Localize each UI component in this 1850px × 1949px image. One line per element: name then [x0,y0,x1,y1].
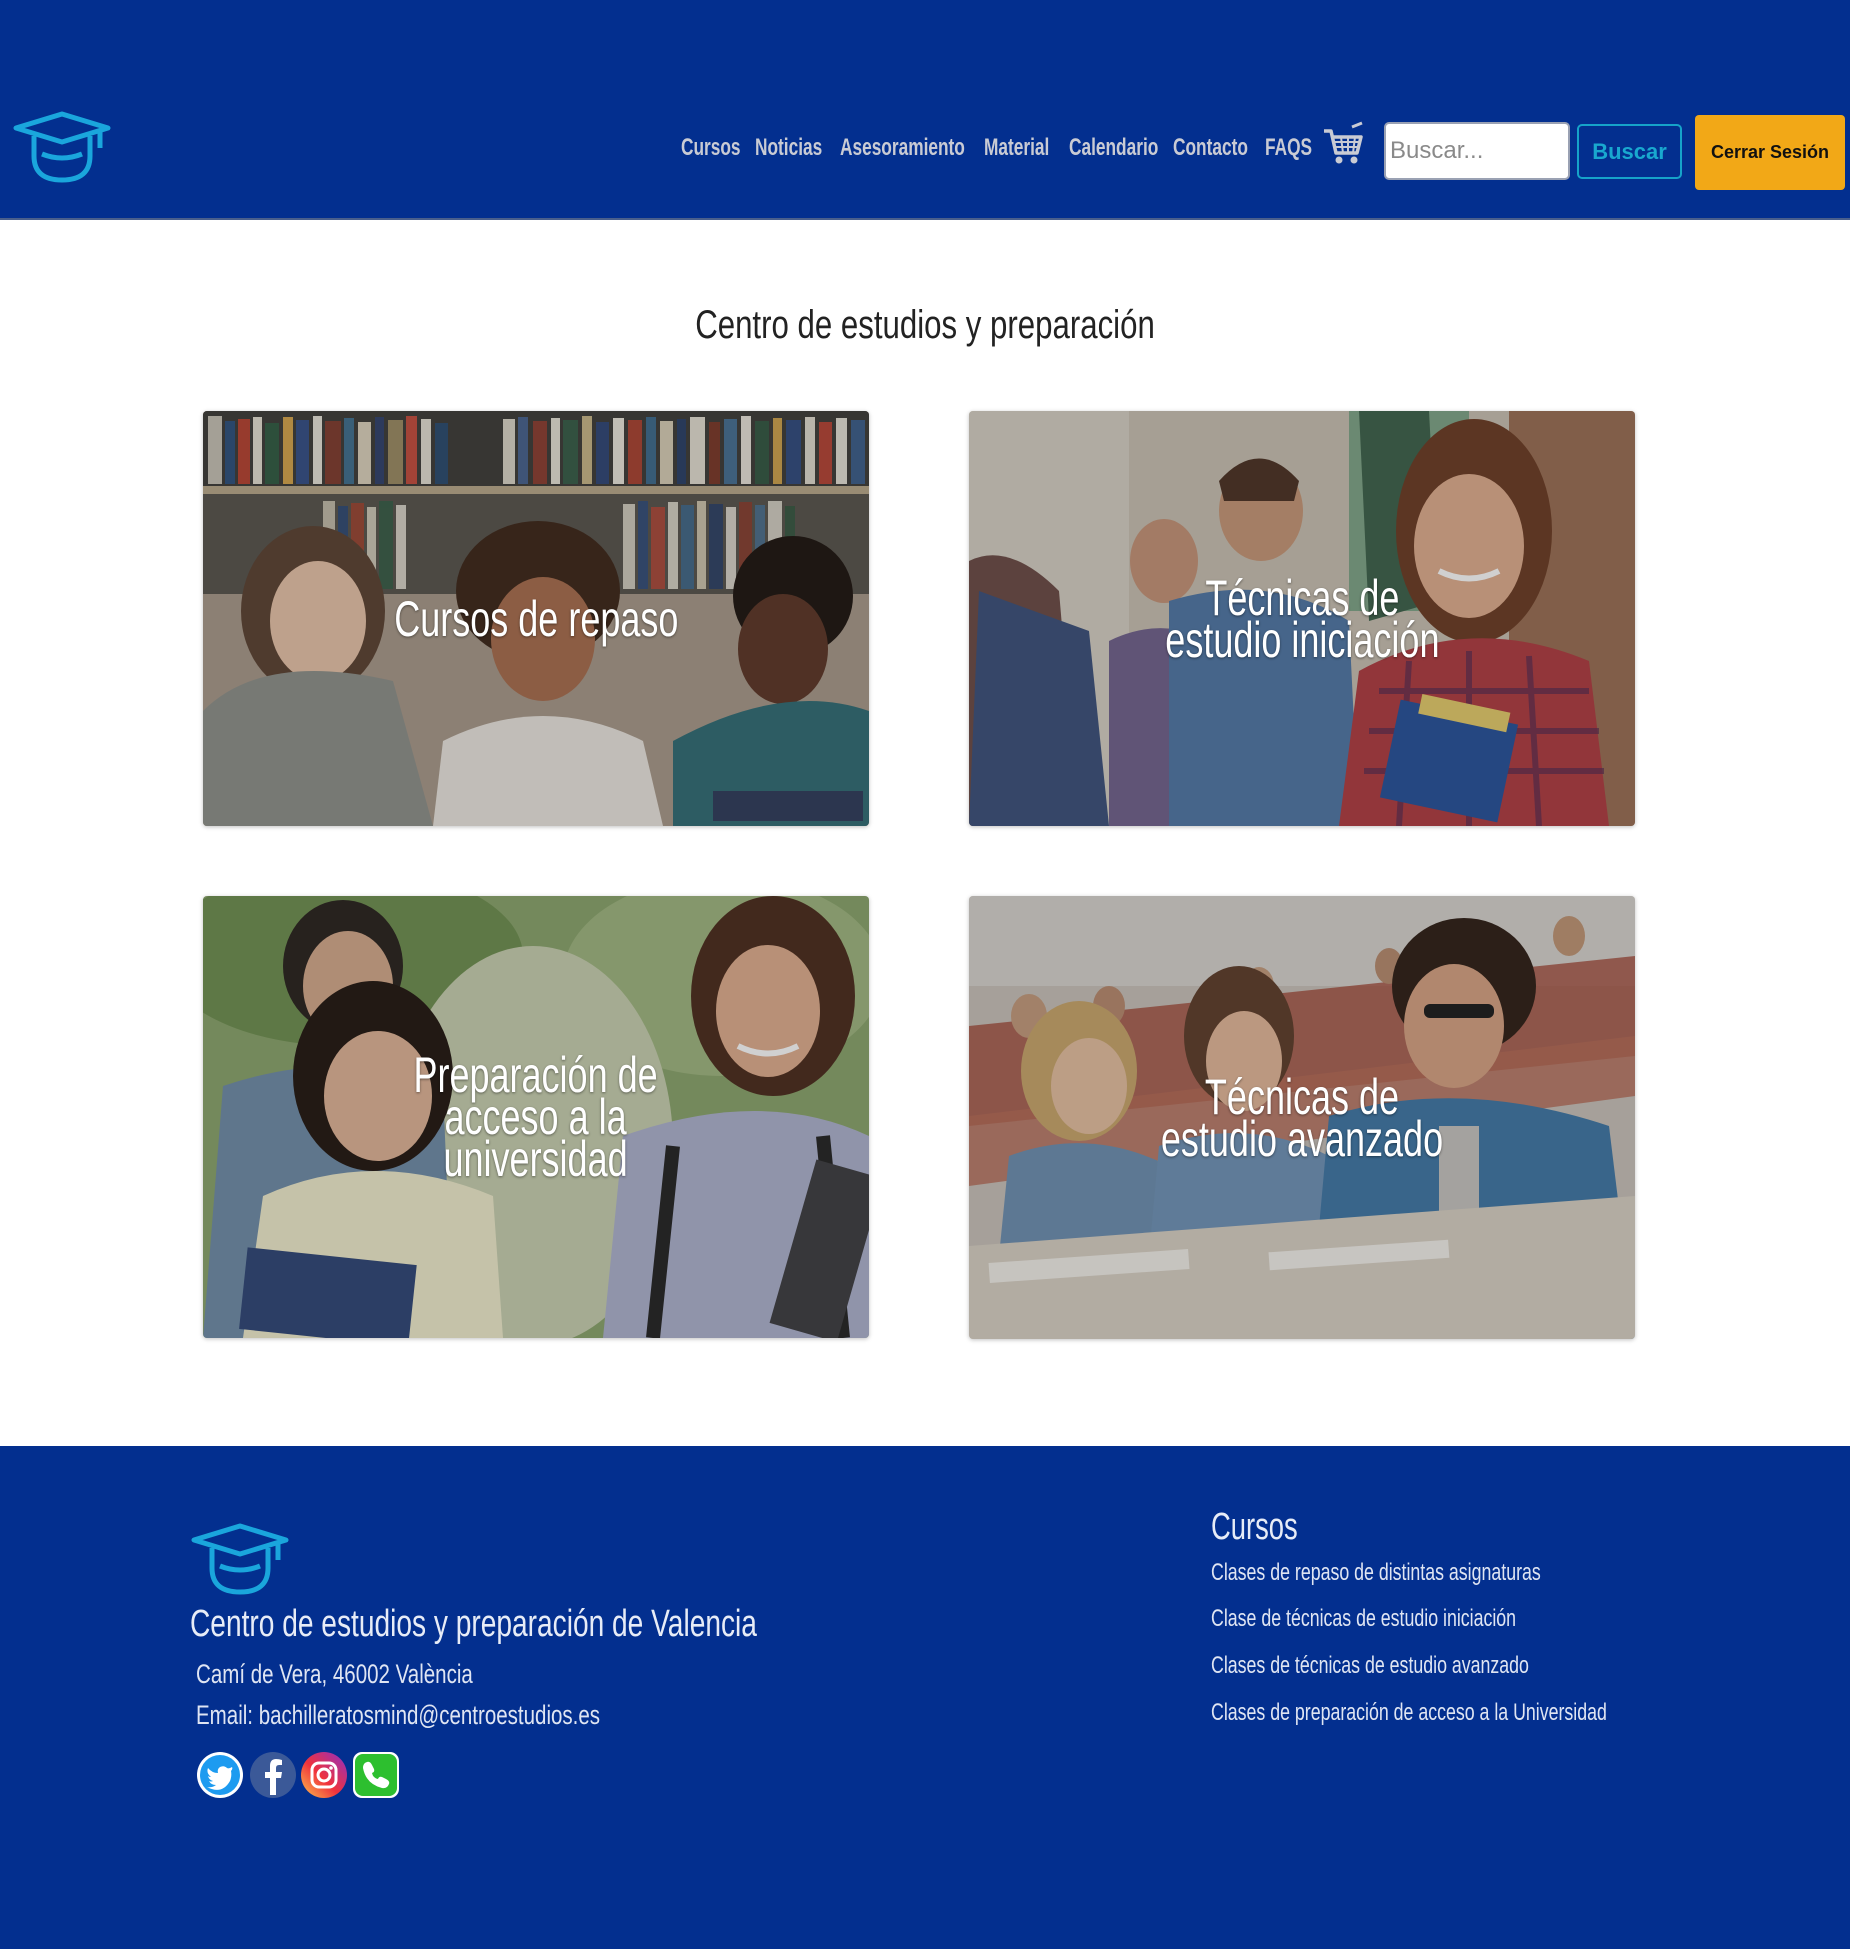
footer-link-avanzado[interactable]: Clases de técnicas de estudio avanzado [1211,1652,1529,1680]
nav-faqs[interactable]: FAQS [1265,134,1312,162]
twitter-icon[interactable] [196,1751,244,1799]
footer-org-name: Centro de estudios y preparación de Vale… [190,1603,757,1645]
search-input[interactable] [1384,122,1570,180]
search-button[interactable]: Buscar [1577,124,1682,179]
logout-button[interactable]: Cerrar Sesión [1695,115,1845,190]
footer-link-iniciacion[interactable]: Clase de técnicas de estudio iniciación [1211,1605,1516,1633]
page-title: Centro de estudios y preparación [695,303,1155,347]
card-title: Preparación de acceso a la universidad [413,1047,659,1187]
nav-noticias[interactable]: Noticias [755,134,822,162]
card-tecnicas-avanzado[interactable]: Técnicas de estudio avanzado [969,896,1635,1339]
graduation-cap-logo-icon[interactable] [190,1520,290,1596]
card-title: Técnicas de estudio avanzado [1160,1068,1444,1167]
site-header: Cursos Noticias Asesoramiento Material C… [0,0,1850,220]
graduation-cap-logo-icon[interactable] [12,108,112,184]
card-title: Cursos de repaso [393,590,679,647]
footer-address: Camí de Vera, 46002 València [196,1659,473,1689]
facebook-icon[interactable] [249,1751,297,1799]
nav-asesoramiento[interactable]: Asesoramiento [840,134,965,162]
card-preparacion-acceso[interactable]: Preparación de acceso a la universidad [203,896,869,1338]
shopping-cart-icon[interactable] [1322,121,1364,167]
instagram-icon[interactable] [300,1751,348,1799]
card-tecnicas-iniciacion[interactable]: Técnicas de estudio iniciación [969,411,1635,826]
nav-material[interactable]: Material [984,134,1049,162]
card-title: Técnicas de estudio iniciación [1164,569,1440,668]
card-cursos-repaso[interactable]: Cursos de repaso [203,411,869,826]
nav-calendario[interactable]: Calendario [1069,134,1158,162]
nav-cursos[interactable]: Cursos [681,134,741,162]
footer-link-universidad[interactable]: Clases de preparación de acceso a la Uni… [1211,1699,1607,1727]
nav-contacto[interactable]: Contacto [1173,134,1248,162]
footer-courses-title: Cursos [1211,1506,1298,1548]
phone-icon[interactable] [352,1751,400,1799]
footer-email: Email: bachilleratosmind@centroestudios.… [196,1700,601,1730]
footer-link-repaso[interactable]: Clases de repaso de distintas asignatura… [1211,1559,1541,1587]
